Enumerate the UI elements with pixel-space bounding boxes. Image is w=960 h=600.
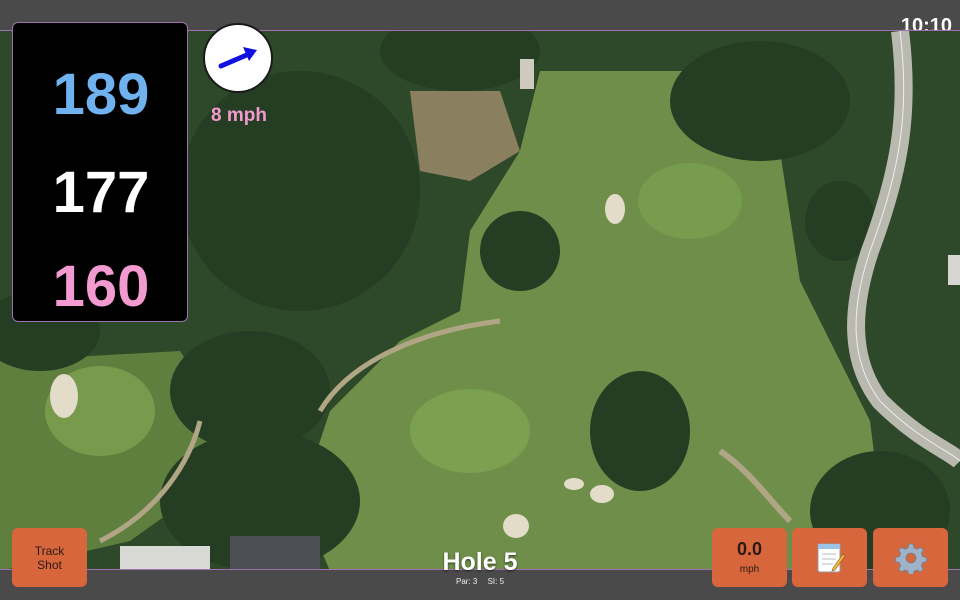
speed-value: 0.0 <box>736 538 763 559</box>
speed-button[interactable]: 0.0 mph <box>712 528 787 587</box>
track-shot-label-line1: Track <box>34 543 65 558</box>
gear-icon <box>894 543 927 574</box>
speed-unit: mph <box>739 563 760 575</box>
front-distance: 160 <box>52 254 150 319</box>
middle-distance: 177 <box>52 160 150 225</box>
wind-direction-dial <box>203 23 273 93</box>
hole-info: Par: 3 SI: 5 <box>400 577 560 587</box>
hole-title: Hole 5 <box>442 548 518 576</box>
notepad-icon <box>817 543 845 572</box>
track-shot-label-line2: Shot <box>37 557 62 572</box>
hole-par: Par: 3 <box>455 577 478 586</box>
distance-panel: 189 177 160 <box>12 22 188 322</box>
scorecard-button[interactable] <box>792 528 867 587</box>
back-distance: 189 <box>52 62 150 127</box>
wind-arrow-icon <box>218 47 257 69</box>
hole-stroke-index: SI: 5 <box>487 577 505 586</box>
wind-speed: 8 mph <box>211 105 267 126</box>
track-shot-button[interactable]: Track Shot <box>12 528 87 587</box>
settings-button[interactable] <box>873 528 948 587</box>
